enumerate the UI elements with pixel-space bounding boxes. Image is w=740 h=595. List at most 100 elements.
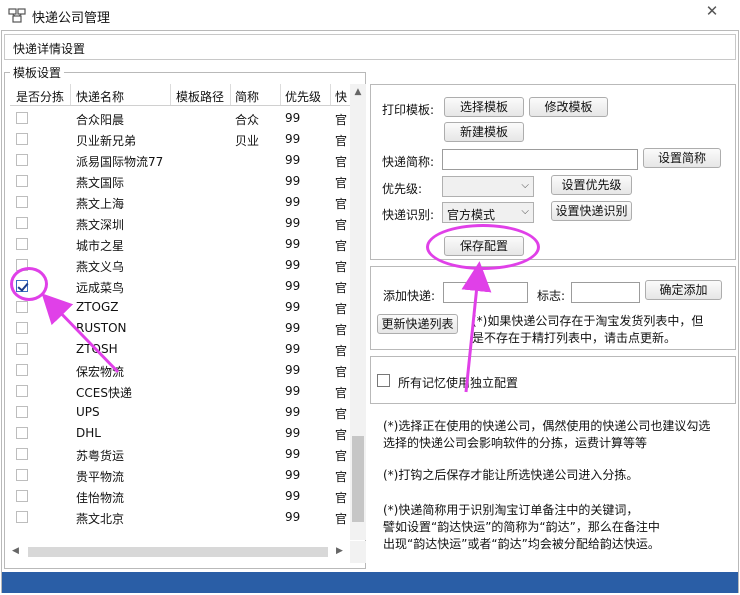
table-row[interactable]: 派易国际物流77 99 官 xyxy=(10,150,350,171)
table-row[interactable]: RUSTON 99 官 xyxy=(10,318,350,339)
scroll-left-icon[interactable]: ◀ xyxy=(12,546,19,556)
table-row[interactable]: 远成菜鸟 99 官 xyxy=(10,276,350,297)
col-header-sort[interactable]: 是否分拣 xyxy=(16,88,64,105)
scrollbar-corner xyxy=(350,541,366,563)
courier-name-cell: 苏粤货运 xyxy=(76,449,125,463)
priority-cell: 99 xyxy=(285,111,301,125)
sort-checkbox[interactable] xyxy=(16,154,28,166)
table-row[interactable]: 城市之星 99 官 xyxy=(10,234,350,255)
sort-checkbox[interactable] xyxy=(16,364,28,376)
sort-checkbox[interactable] xyxy=(16,238,28,250)
table-row[interactable]: 贝业新兄弟 贝业 99 官 xyxy=(10,129,350,150)
note-2: (*)打钩之后保存才能让所选快递公司进入分拣。 xyxy=(383,468,639,482)
truncated-cell: 官 xyxy=(335,449,348,463)
courier-name-cell: 燕文上海 xyxy=(76,197,125,211)
horizontal-scroll-thumb[interactable] xyxy=(28,547,328,557)
sort-checkbox[interactable] xyxy=(16,469,28,481)
close-icon: ✕ xyxy=(705,2,719,20)
courier-name-cell: UPS xyxy=(76,405,100,419)
courier-name-cell: ZTOGZ xyxy=(76,300,119,314)
note-1-line2: 选择的快递公司会影响软件的分拣，运费计算等等 xyxy=(383,436,648,450)
courier-name-cell: DHL xyxy=(76,426,101,440)
truncated-cell: 官 xyxy=(335,260,348,274)
scroll-right-icon[interactable]: ▶ xyxy=(336,546,343,556)
priority-cell: 99 xyxy=(285,426,301,440)
priority-cell: 99 xyxy=(285,447,301,461)
sort-checkbox[interactable] xyxy=(16,301,28,313)
sort-checkbox[interactable] xyxy=(16,175,28,187)
sort-checkbox[interactable] xyxy=(16,133,28,145)
update-list-button[interactable]: 更新快递列表 xyxy=(377,314,458,334)
table-row[interactable]: 燕文国际 99 官 xyxy=(10,171,350,192)
flag-label: 标志: xyxy=(537,289,566,303)
courier-name-cell: 燕文国际 xyxy=(76,176,125,190)
table-row[interactable]: 燕文义乌 99 官 xyxy=(10,255,350,276)
recognize-select-value: 官方模式 xyxy=(447,208,496,222)
courier-name-cell: 城市之星 xyxy=(76,239,125,253)
truncated-cell: 官 xyxy=(335,155,348,169)
independent-config-checkbox[interactable] xyxy=(377,374,390,387)
confirm-add-button[interactable]: 确定添加 xyxy=(645,280,722,300)
select-template-button[interactable]: 选择模板 xyxy=(444,97,524,117)
set-priority-button[interactable]: 设置优先级 xyxy=(551,175,632,195)
sort-checkbox[interactable] xyxy=(16,322,28,334)
priority-cell: 99 xyxy=(285,195,301,209)
table-row[interactable]: 燕文北京 99 官 xyxy=(10,507,350,528)
table-row[interactable]: ZTOSH 99 官 xyxy=(10,339,350,360)
table-row[interactable]: 佳怡物流 99 官 xyxy=(10,486,350,507)
sort-checkbox[interactable] xyxy=(16,112,28,124)
courier-name-cell: 合众阳晨 xyxy=(76,113,125,127)
new-template-button[interactable]: 新建模板 xyxy=(444,122,524,142)
sort-checkbox[interactable] xyxy=(16,343,28,355)
vertical-scroll-thumb[interactable] xyxy=(352,436,364,522)
abbr-label: 快递简称: xyxy=(382,155,435,169)
courier-name-cell: 贝业新兄弟 xyxy=(76,134,137,148)
col-header-name[interactable]: 快递名称 xyxy=(76,88,124,105)
priority-select[interactable]: ⌵ xyxy=(442,176,534,197)
set-recognize-button[interactable]: 设置快递识别 xyxy=(551,201,632,221)
priority-cell: 99 xyxy=(285,216,301,230)
flag-input[interactable] xyxy=(571,282,640,303)
note-1-line1: (*)选择正在使用的快递公司，偶然使用的快递公司也建议勾选 xyxy=(383,419,711,433)
sort-checkbox[interactable] xyxy=(16,406,28,418)
status-bar xyxy=(2,572,738,593)
courier-name-cell: 佳怡物流 xyxy=(76,491,125,505)
table-row[interactable]: 保宏物流 99 官 xyxy=(10,360,350,381)
add-courier-label: 添加快递: xyxy=(383,289,436,303)
table-row[interactable]: 贵平物流 99 官 xyxy=(10,465,350,486)
sort-checkbox[interactable] xyxy=(16,511,28,523)
add-courier-input[interactable] xyxy=(443,282,528,303)
recognize-select[interactable]: 官方模式 ⌵ xyxy=(442,202,534,223)
col-header-abbr[interactable]: 简称 xyxy=(235,88,259,105)
sort-checkbox[interactable] xyxy=(16,448,28,460)
col-header-truncated[interactable]: 快 xyxy=(335,88,347,105)
priority-cell: 99 xyxy=(285,132,301,146)
note-3-line2: 譬如设置“韵达快运”的简称为“韵达”，那么在备注中 xyxy=(383,520,660,534)
sort-checkbox[interactable] xyxy=(16,427,28,439)
sort-checkbox[interactable] xyxy=(16,196,28,208)
table-row[interactable]: CCES快递 99 官 xyxy=(10,381,350,402)
table-row[interactable]: DHL 99 官 xyxy=(10,423,350,444)
table-row[interactable]: 燕文深圳 99 官 xyxy=(10,213,350,234)
table-row[interactable]: 燕文上海 99 官 xyxy=(10,192,350,213)
close-button[interactable]: ✕ xyxy=(688,1,736,21)
truncated-cell: 官 xyxy=(335,470,348,484)
col-header-path[interactable]: 模板路径 xyxy=(176,88,224,105)
set-abbr-button[interactable]: 设置简称 xyxy=(643,148,721,168)
truncated-cell: 官 xyxy=(335,491,348,505)
col-header-priority[interactable]: 优先级 xyxy=(285,88,321,105)
abbr-input[interactable] xyxy=(442,149,638,170)
scroll-up-icon[interactable]: ▲ xyxy=(350,87,366,97)
table-row[interactable]: ZTOGZ 99 官 xyxy=(10,297,350,318)
sort-checkbox[interactable] xyxy=(16,217,28,229)
truncated-cell: 官 xyxy=(335,323,348,337)
truncated-cell: 官 xyxy=(335,197,348,211)
table-row[interactable]: UPS 99 官 xyxy=(10,402,350,423)
table-row[interactable]: 苏粤货运 99 官 xyxy=(10,444,350,465)
sort-checkbox[interactable] xyxy=(16,385,28,397)
priority-cell: 99 xyxy=(285,510,301,524)
table-row[interactable]: 合众阳晨 合众 99 官 xyxy=(10,108,350,129)
modify-template-button[interactable]: 修改模板 xyxy=(529,97,608,117)
courier-name-cell: 燕文深圳 xyxy=(76,218,125,232)
sort-checkbox[interactable] xyxy=(16,490,28,502)
